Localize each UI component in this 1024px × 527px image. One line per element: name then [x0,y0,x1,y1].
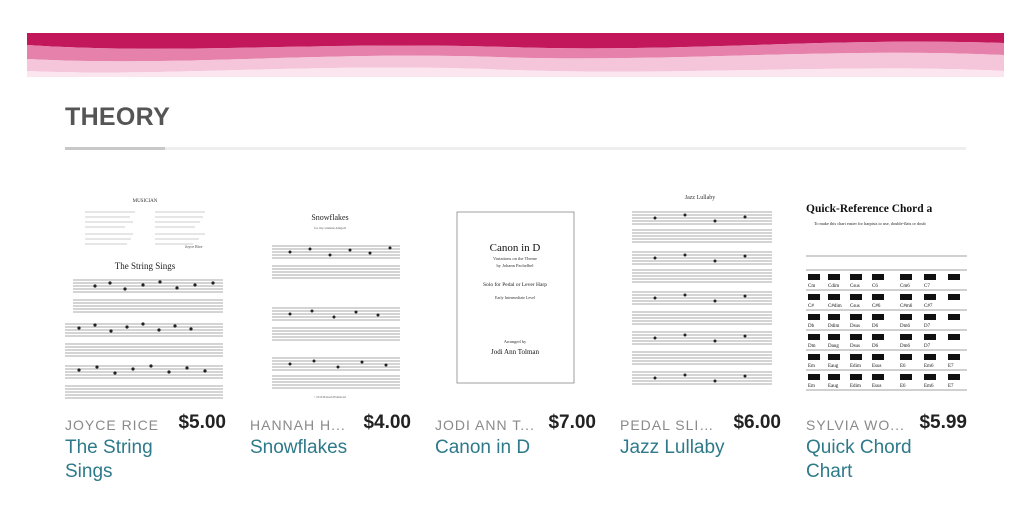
cover-line3: Solo for Pedal or Lever Harp [483,281,547,288]
product-meta: JODI ANN T... $7.00 [435,412,596,436]
chord-label: C# [808,304,814,309]
cover-title: Canon in D [490,242,541,254]
chord-label: Cdim [828,284,839,289]
chord-chart-cover: Quick-Reference Chord a To make this cha… [806,190,967,402]
chord-label: Em [808,384,815,389]
chord-label: C#dim [828,304,842,309]
chord-label: C#m6 [900,304,913,309]
cover-composer: Joyce Rice [185,244,203,249]
chord-label: Edim [850,384,861,389]
chord-label: D7 [924,344,931,349]
product-title-link[interactable]: Snowflakes [250,436,370,460]
product-thumbnail[interactable]: Canon in D Variations on the Theme by Jo… [435,190,596,402]
chord-label: Dsus [850,324,860,329]
product-price: $5.99 [919,412,967,433]
cover-line2: by Johann Pachelbel [497,263,535,268]
sheet-music-cover: MUSICIAN Joyce Rice The String Sings [65,190,226,402]
chord-label: C#7 [924,304,933,309]
chord-label: Cm [808,284,815,289]
cover-line6: Jodi Ann Tolman [491,348,539,356]
chord-label: C7 [924,284,930,289]
product-price: $4.00 [363,412,411,433]
chord-label: D7 [924,324,931,329]
product-price: $5.00 [178,412,226,433]
product-title-link[interactable]: Jazz Lullaby [620,436,740,460]
chord-label: Dm [808,344,816,349]
product-thumbnail[interactable]: MUSICIAN Joyce Rice The String Sings [65,190,226,402]
sheet-music-cover: Snowflakes for my student Abigail ©2016 … [250,190,411,402]
cover-title: Snowflakes [311,213,348,222]
cover-title: Jazz Lullaby [685,195,716,201]
header-wave-banner [27,33,1004,77]
product-author[interactable]: JOYCE RICE [65,417,159,433]
chord-label: Csus [850,284,860,289]
chord-label: D6 [872,324,879,329]
cover-line4: Early Intermediate Level [495,295,536,300]
sheet-music-cover: Canon in D Variations on the Theme by Jo… [435,190,596,402]
cover-subtitle: for my student Abigail [314,226,346,230]
product-grid: MUSICIAN Joyce Rice The String Sings JOY… [65,190,1024,527]
product-title-link[interactable]: The String Sings [65,436,185,484]
chord-label: E6 [900,384,906,389]
product-author[interactable]: PEDAL SLID... [620,417,720,433]
chord-label: C6 [872,284,878,289]
cover-title: The String Sings [115,261,176,271]
product-price: $7.00 [548,412,596,433]
chord-label: Ddim [828,324,840,329]
product-meta: PEDAL SLID... $6.00 [620,412,781,436]
chord-label: Daug [828,344,839,349]
chord-label: D6 [872,344,879,349]
sheet-music-cover: Jazz Lullaby [620,190,781,402]
cover-line5: Arranged by [504,339,527,344]
chord-label: Eaug [828,384,839,389]
product-title-link[interactable]: Canon in D [435,436,555,460]
chord-label: C#6 [872,304,881,309]
chord-label: Eaug [828,364,839,369]
chord-label: Em6 [924,364,934,369]
chord-label: E7 [948,364,954,369]
chord-label: E7 [948,384,954,389]
product-author[interactable]: HANNAH H... [250,417,346,433]
chord-label: Esus [872,364,882,369]
chord-label: Em [808,364,815,369]
chord-label: Db [808,324,815,329]
cover-footer: ©2016 Hannah Hammond [314,394,346,399]
chord-label: Cm6 [900,284,910,289]
chord-label: E6 [900,364,906,369]
product-author[interactable]: JODI ANN T... [435,417,535,433]
cover-title: Quick-Reference Chord a [806,203,933,215]
product-thumbnail[interactable]: Snowflakes for my student Abigail ©2016 … [250,190,411,402]
product-author[interactable]: SYLVIA WO... [806,417,905,433]
divider-accent [65,147,165,150]
chord-label: Csus [850,304,860,309]
cover-heading: MUSICIAN [133,199,158,204]
chord-label: Dm6 [900,344,911,349]
cover-line1: Variations on the Theme [493,256,537,261]
section-title: THEORY [65,103,171,131]
product-thumbnail[interactable]: Quick-Reference Chord a To make this cha… [806,190,967,402]
product-thumbnail[interactable]: Jazz Lullaby [620,190,781,402]
product-price: $6.00 [733,412,781,433]
product-meta: HANNAH H... $4.00 [250,412,411,436]
chord-label: Edim [850,364,861,369]
product-title-link[interactable]: Quick Chord Chart [806,436,926,484]
section-divider [65,147,966,150]
product-meta: SYLVIA WO... $5.99 [806,412,967,436]
chord-label: Em6 [924,384,934,389]
chord-label: Dsus [850,344,860,349]
product-meta: JOYCE RICE $5.00 [65,412,226,436]
chord-label: Esus [872,384,882,389]
chord-label: Dm6 [900,324,911,329]
